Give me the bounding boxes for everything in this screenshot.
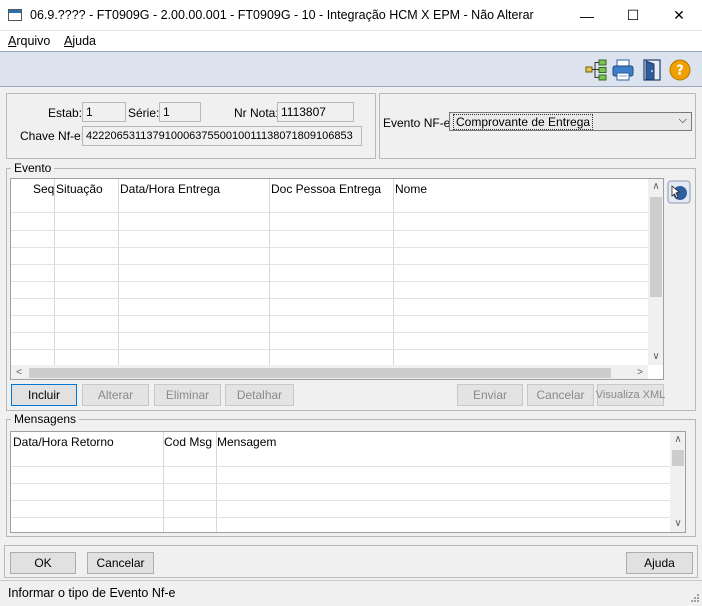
col-header-cod-msg[interactable]: Cod Msg <box>164 435 212 449</box>
status-bar: Informar o tipo de Evento Nf-e <box>0 580 702 606</box>
table-row <box>11 315 649 316</box>
mensagens-grid[interactable]: Data/Hora Retorno Cod Msg Mensagem ∧ ∨ <box>10 431 686 533</box>
scroll-up-icon[interactable]: ∧ <box>670 432 685 448</box>
table-row <box>11 212 649 213</box>
evento-nfe-label: Evento NF-e: <box>383 116 454 130</box>
col-header-mensagem[interactable]: Mensagem <box>217 435 276 449</box>
table-row <box>11 230 649 231</box>
scroll-right-icon[interactable]: > <box>632 365 648 379</box>
table-row <box>11 517 670 518</box>
toolbar: ? <box>0 51 702 87</box>
col-header-seq[interactable]: Seq <box>33 182 54 196</box>
minimize-button[interactable]: — <box>564 0 610 31</box>
table-row <box>11 349 649 350</box>
mensagens-legend: Mensagens <box>11 412 80 426</box>
table-row <box>11 332 649 333</box>
app-icon <box>8 9 22 21</box>
table-row <box>11 247 649 248</box>
cancelar-evento-button[interactable]: Cancelar <box>527 384 594 406</box>
evento-legend: Evento <box>11 161 55 175</box>
nota-info-panel: Estab: 1 Série: 1 Nr Nota: 1113807 Chave… <box>6 93 376 159</box>
col-header-data-hora-entrega[interactable]: Data/Hora Entrega <box>120 182 220 196</box>
chave-nfe-field[interactable]: 4222065311379100063755001001113807180910… <box>82 126 362 146</box>
detalhar-button[interactable]: Detalhar <box>225 384 294 406</box>
grid-col-separator <box>269 179 270 365</box>
grid-col-separator <box>393 179 394 365</box>
estab-label: Estab: <box>48 106 83 120</box>
tree-structure-icon[interactable] <box>585 59 607 81</box>
evento-horizontal-scrollbar[interactable]: < > <box>11 365 648 379</box>
select-record-icon[interactable] <box>667 180 691 204</box>
estab-field[interactable]: 1 <box>82 102 126 122</box>
scroll-thumb-horizontal[interactable] <box>29 368 611 378</box>
evento-nfe-panel: Evento NF-e: Comprovante de Entrega ⌵ <box>379 93 696 159</box>
col-header-doc-pessoa-entrega[interactable]: Doc Pessoa Entrega <box>271 182 381 196</box>
window-title: 06.9.???? - FT0909G - 2.00.00.001 - FT09… <box>30 8 534 22</box>
table-row <box>11 500 670 501</box>
maximize-button[interactable]: ☐ <box>610 0 656 31</box>
eliminar-button[interactable]: Eliminar <box>154 384 221 406</box>
printer-icon[interactable] <box>612 59 634 81</box>
col-header-data-hora-retorno[interactable]: Data/Hora Retorno <box>13 435 114 449</box>
table-row <box>11 298 649 299</box>
scroll-down-icon[interactable]: ∨ <box>648 349 663 365</box>
col-header-situacao[interactable]: Situação <box>56 182 103 196</box>
alterar-button[interactable]: Alterar <box>82 384 149 406</box>
menu-ajuda-label: juda <box>72 34 96 48</box>
ajuda-button[interactable]: Ajuda <box>626 552 693 574</box>
chave-nfe-label: Chave Nf-e: <box>20 129 85 143</box>
enviar-button[interactable]: Enviar <box>457 384 523 406</box>
footer-panel: OK Cancelar Ajuda <box>4 545 698 578</box>
table-row <box>11 483 670 484</box>
menu-arquivo[interactable]: Arquivo <box>8 34 50 48</box>
ok-button[interactable]: OK <box>10 552 76 574</box>
grid-col-separator <box>118 179 119 365</box>
scroll-up-icon[interactable]: ∧ <box>648 179 663 195</box>
title-bar: 06.9.???? - FT0909G - 2.00.00.001 - FT09… <box>0 0 702 31</box>
nr-nota-label: Nr Nota: <box>234 106 279 120</box>
scroll-thumb[interactable] <box>672 450 684 466</box>
help-glyph: ? <box>676 64 684 79</box>
menu-arquivo-label: rquivo <box>16 34 51 48</box>
table-row <box>11 281 649 282</box>
chevron-down-icon: ⌵ <box>678 114 687 126</box>
mensagens-vertical-scrollbar[interactable]: ∧ ∨ <box>670 432 685 532</box>
status-text: Informar o tipo de Evento Nf-e <box>8 586 176 600</box>
menu-bar: Arquivo Ajuda <box>0 31 702 51</box>
nr-nota-field[interactable]: 1113807 <box>277 102 354 122</box>
grid-col-separator <box>54 179 55 365</box>
help-icon[interactable]: ? <box>669 59 691 81</box>
scroll-left-icon[interactable]: < <box>11 365 27 379</box>
visualiza-xml-button[interactable]: Visualiza XML <box>596 384 665 406</box>
evento-nfe-value: Comprovante de Entrega <box>453 114 594 130</box>
cancelar-button[interactable]: Cancelar <box>87 552 154 574</box>
table-row <box>11 466 670 467</box>
scroll-thumb[interactable] <box>650 197 662 297</box>
scroll-down-icon[interactable]: ∨ <box>670 516 685 532</box>
table-row <box>11 264 649 265</box>
exit-door-icon[interactable] <box>641 59 663 81</box>
col-header-nome[interactable]: Nome <box>395 182 427 196</box>
serie-label: Série: <box>128 106 160 120</box>
evento-grid[interactable]: Seq Situação Data/Hora Entrega Doc Pesso… <box>10 178 664 380</box>
menu-ajuda[interactable]: Ajuda <box>64 34 96 48</box>
evento-nfe-select[interactable]: Comprovante de Entrega ⌵ <box>449 112 692 131</box>
resize-grip-icon[interactable] <box>688 593 700 605</box>
serie-field[interactable]: 1 <box>159 102 201 122</box>
evento-vertical-scrollbar[interactable]: ∧ ∨ <box>648 179 663 365</box>
incluir-button[interactable]: Incluir <box>11 384 77 406</box>
close-button[interactable]: ✕ <box>656 0 702 31</box>
